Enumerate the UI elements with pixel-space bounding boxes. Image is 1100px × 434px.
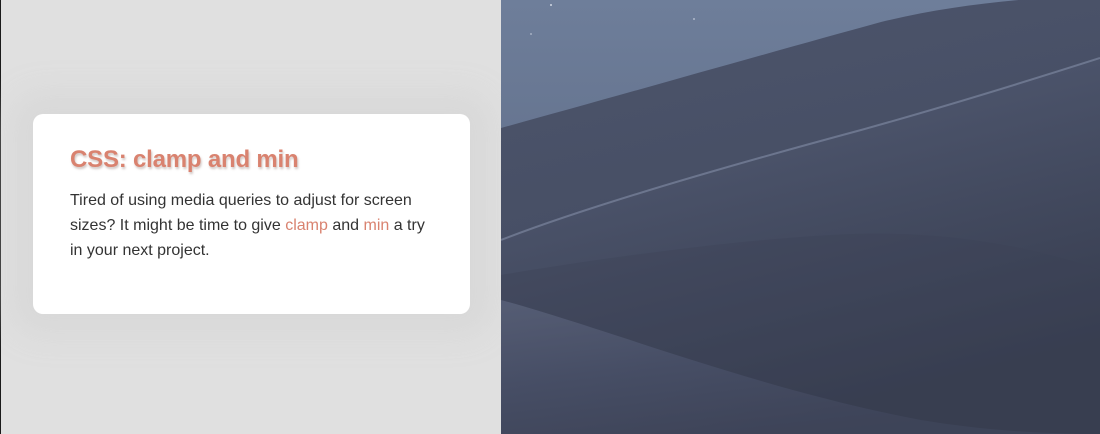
description-text-middle: and bbox=[327, 217, 364, 234]
min-keyword: min bbox=[363, 217, 390, 234]
content-pane: CSS: clamp and min Tired of using media … bbox=[0, 0, 501, 434]
article-card[interactable]: CSS: clamp and min Tired of using media … bbox=[33, 114, 470, 314]
page: CSS: clamp and min Tired of using media … bbox=[0, 0, 1100, 434]
clamp-keyword: clamp bbox=[285, 217, 328, 234]
background-image bbox=[501, 0, 1100, 434]
dunes-photo bbox=[501, 0, 1100, 434]
card-description: Tired of using media queries to adjust f… bbox=[70, 188, 434, 263]
card-title[interactable]: CSS: clamp and min bbox=[70, 146, 434, 174]
